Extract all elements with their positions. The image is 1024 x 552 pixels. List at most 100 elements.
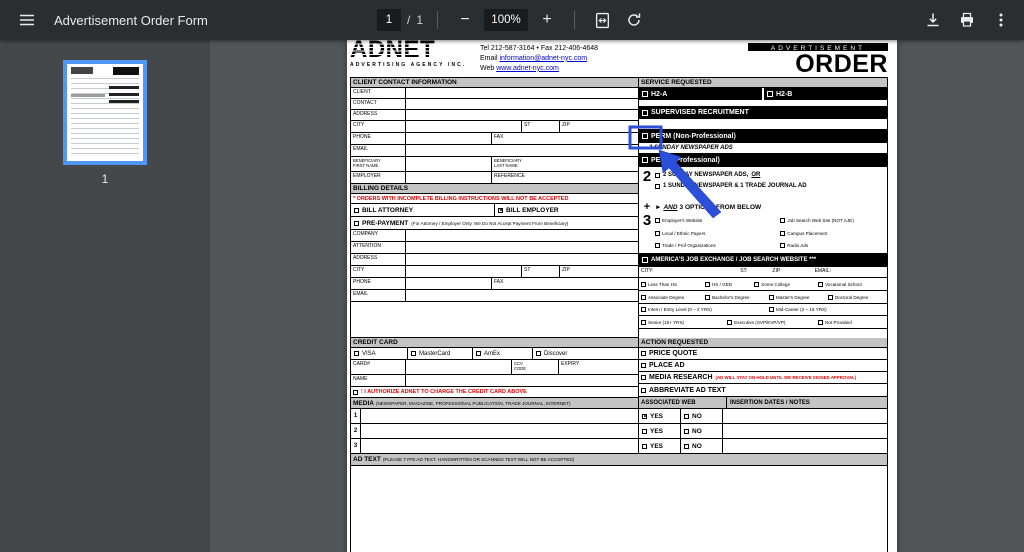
not-provided-checkbox[interactable]	[818, 319, 824, 325]
document-title: Advertisement Order Form	[54, 12, 208, 28]
h2a-checkbox[interactable]	[642, 91, 648, 97]
employer-field[interactable]	[406, 172, 491, 183]
print-icon[interactable]	[954, 7, 980, 33]
billing-phone-field[interactable]	[406, 278, 491, 289]
perm-professional-checkbox[interactable]	[642, 157, 648, 163]
authorize-charge-checkbox[interactable]	[353, 389, 358, 395]
phone-field[interactable]	[406, 133, 491, 144]
local-ethnic-papers-label: Local / Ethnic Papers	[662, 230, 706, 236]
beneficiary-first-name-field[interactable]	[406, 157, 491, 171]
agency-contact-info: Tel 212-587-3164 • Fax 212-406-4648 Emai…	[480, 43, 748, 77]
not-provided-label: Not Provided	[825, 319, 852, 325]
americas-job-exchange-checkbox[interactable]	[642, 257, 648, 263]
insertion-notes-2-field[interactable]	[723, 424, 887, 438]
insertion-notes-1-field[interactable]	[723, 409, 887, 423]
senior-checkbox[interactable]	[641, 319, 646, 325]
ad-text-field[interactable]	[351, 466, 887, 552]
billing-company-field[interactable]	[406, 230, 638, 241]
mid-career-checkbox[interactable]	[768, 307, 774, 312]
billing-city-field[interactable]	[406, 266, 521, 277]
card-number-field[interactable]	[406, 360, 511, 374]
executive-checkbox[interactable]	[727, 319, 733, 325]
associated-web-no-2-checkbox[interactable]	[684, 428, 689, 434]
masters-degree-checkbox[interactable]	[768, 294, 774, 300]
prepayment-label: PRE-PAYMENT	[362, 219, 409, 227]
bill-attorney-checkbox[interactable]	[354, 207, 359, 213]
media-row-3-field[interactable]	[361, 439, 638, 453]
more-options-icon[interactable]	[988, 7, 1014, 33]
fit-page-icon[interactable]	[589, 7, 615, 33]
media-row-2-field[interactable]	[361, 424, 638, 438]
page-1-thumbnail[interactable]	[63, 60, 147, 165]
email-field[interactable]	[406, 145, 638, 156]
bachelors-degree-checkbox[interactable]	[704, 294, 710, 300]
associated-web-yes-3-checkbox[interactable]	[642, 443, 647, 449]
zoom-out-button[interactable]: −	[452, 7, 478, 33]
associated-web-no-3-checkbox[interactable]	[684, 443, 689, 449]
agency-email-link[interactable]: information@adnet-nyc.com	[499, 55, 587, 62]
abbreviate-ad-text-checkbox[interactable]	[641, 387, 646, 393]
billing-attention-field[interactable]	[406, 242, 638, 253]
visa-checkbox[interactable]	[354, 351, 359, 356]
billing-city-label: CITY	[351, 266, 406, 277]
perm-non-professional-checkbox[interactable]	[642, 133, 648, 139]
pdf-toolbar: Advertisement Order Form / 1 − +	[0, 0, 1024, 40]
page-number-input[interactable]	[376, 9, 401, 31]
media-row-1-field[interactable]	[361, 409, 638, 423]
h2b-checkbox[interactable]	[767, 91, 773, 97]
doctoral-degree-checkbox[interactable]	[827, 294, 833, 300]
media-row-2-number: 2	[351, 424, 361, 438]
campus-placement-checkbox[interactable]	[780, 230, 786, 236]
client-field[interactable]	[406, 88, 638, 98]
intern-entry-level-checkbox[interactable]	[641, 307, 646, 312]
radio-ads-checkbox[interactable]	[780, 242, 786, 248]
zoom-in-button[interactable]: +	[534, 7, 560, 33]
some-college-label: Some College	[761, 281, 790, 287]
download-icon[interactable]	[920, 7, 946, 33]
some-college-checkbox[interactable]	[754, 281, 760, 287]
supervised-recruitment-checkbox[interactable]	[642, 109, 648, 116]
ccv-code-label: CCV CODE	[514, 361, 527, 372]
two-sunday-ads-checkbox[interactable]	[655, 172, 660, 178]
rotate-icon[interactable]	[621, 7, 647, 33]
employers-website-checkbox[interactable]	[655, 218, 660, 224]
hs-ged-checkbox[interactable]	[704, 281, 710, 287]
mastercard-checkbox[interactable]	[411, 351, 416, 356]
doctoral-degree-label: Doctoral Degree	[834, 294, 869, 300]
abbreviate-ad-text-label: ABBREVIATE AD TEXT	[649, 386, 726, 394]
associated-web-no-1-checkbox[interactable]	[684, 413, 689, 419]
associated-web-yes-1-checkbox[interactable]	[642, 413, 647, 419]
thumbnail-black-rows	[109, 86, 139, 89]
menu-icon[interactable]	[14, 7, 40, 33]
less-than-hs-checkbox[interactable]	[641, 281, 646, 287]
agency-web-link[interactable]: www.adnet-nyc.com	[496, 65, 559, 72]
zoom-level-input[interactable]	[484, 9, 529, 31]
trade-prof-organizations-checkbox[interactable]	[655, 242, 660, 248]
reference-label: REFERENCE	[494, 172, 525, 179]
sunday-trade-journal-checkbox[interactable]	[655, 183, 660, 189]
billing-email-field[interactable]	[406, 290, 638, 301]
vocational-school-checkbox[interactable]	[818, 281, 824, 287]
billing-address-field[interactable]	[406, 254, 638, 265]
address-field[interactable]	[406, 110, 638, 120]
card-name-field[interactable]	[406, 375, 638, 386]
city-field[interactable]	[406, 121, 521, 132]
insertion-notes-3-field[interactable]	[723, 439, 887, 453]
web-prefix: Web	[480, 64, 495, 72]
amex-checkbox[interactable]	[476, 351, 481, 356]
associated-web-yes-2-checkbox[interactable]	[642, 428, 647, 434]
price-quote-checkbox[interactable]	[641, 351, 646, 356]
media-research-checkbox[interactable]	[641, 375, 646, 380]
mid-career-label: Mid-Career (2 – 16 YRS)	[775, 307, 827, 312]
city-label: CITY	[351, 121, 406, 132]
prepayment-checkbox[interactable]	[354, 220, 359, 226]
right-column: SERVICE REQUESTED H2-A H2-B SUPERVISED R…	[638, 78, 888, 454]
discover-checkbox[interactable]	[536, 351, 541, 356]
and-rest: 3 OPTIONS FROM BELOW	[679, 203, 762, 211]
contact-field[interactable]	[406, 99, 638, 109]
associate-degree-checkbox[interactable]	[641, 294, 646, 300]
local-ethnic-papers-checkbox[interactable]	[655, 230, 660, 236]
place-ad-checkbox[interactable]	[641, 363, 646, 368]
bill-employer-checkbox[interactable]	[498, 207, 503, 213]
job-search-website-checkbox[interactable]	[780, 218, 786, 224]
